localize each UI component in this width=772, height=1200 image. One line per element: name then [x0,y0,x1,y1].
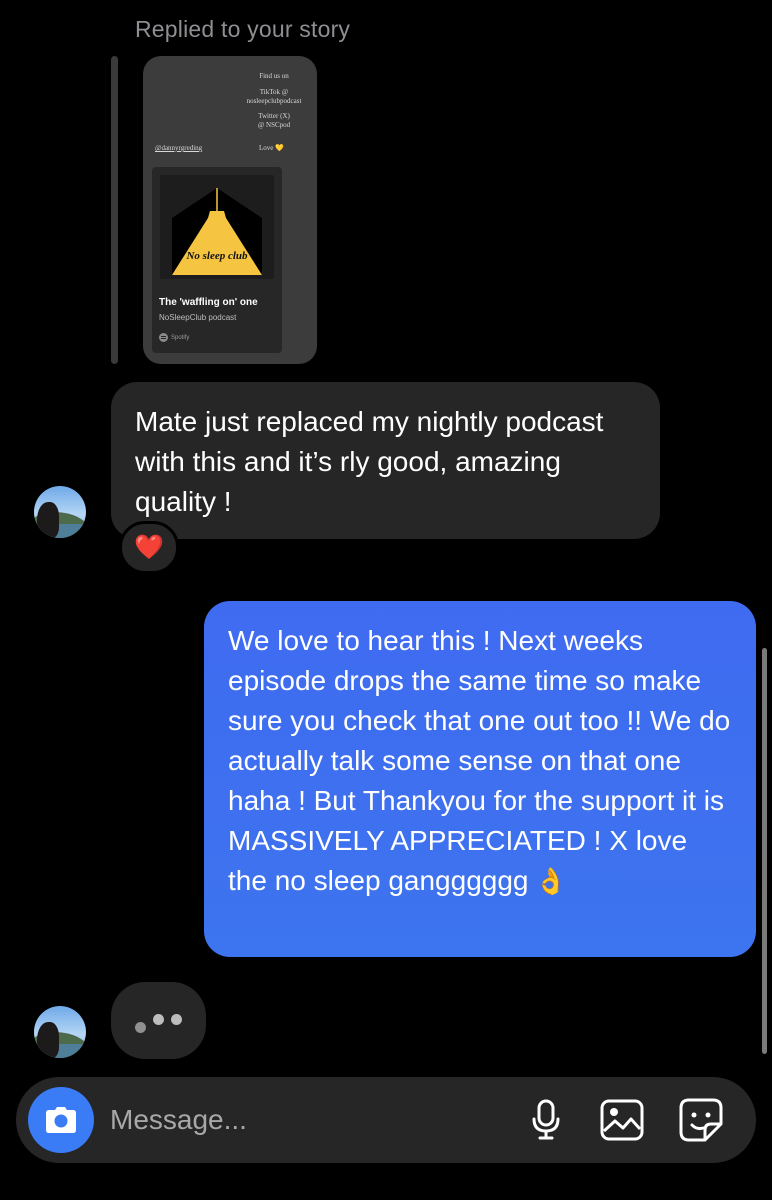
camera-icon [46,1107,76,1133]
typing-dot [135,1022,146,1033]
no-sleep-club-logo: No sleep club [172,188,262,275]
replied-to-story-label: Replied to your story [135,16,351,42]
typing-avatar[interactable] [34,1006,86,1058]
sticker-icon [679,1098,723,1142]
reply-indicator-bar [111,56,118,364]
yellow-heart-emoji: 💛 [275,144,284,152]
heart-reaction[interactable]: ❤️ [119,521,179,574]
podcast-cover: No sleep club [160,175,274,279]
spotify-episode-card: No sleep club The 'waffling on' one NoSl… [152,167,282,353]
outgoing-message-text: We love to hear this ! Next weeks episod… [228,625,731,896]
story-preview[interactable]: Find us on TikTok @ nosleepclubpodcast T… [143,56,317,364]
show-name: NoSleepClub podcast [159,313,237,322]
story-find-us: Find us on [259,72,289,80]
microphone-icon [532,1099,560,1140]
sender-avatar[interactable] [34,486,86,538]
typing-indicator [111,982,206,1059]
spotify-icon [159,333,168,342]
story-love: Love 💛 [259,144,284,152]
message-input[interactable] [110,1099,490,1141]
spotify-attribution: Spotify [159,333,189,342]
story-links-text: Find us on TikTok @ nosleepclubpodcast T… [239,72,309,130]
typing-dot [153,1014,164,1025]
outgoing-message-bubble[interactable]: We love to hear this ! Next weeks episod… [204,601,756,957]
gallery-icon [600,1099,644,1141]
scrollbar[interactable] [762,648,767,1054]
ok-hand-emoji: 👌 [534,866,567,896]
camera-button[interactable] [28,1087,94,1153]
story-tiktok-line1: TikTok @ [259,87,289,96]
sticker-button[interactable] [678,1097,724,1143]
story-twitter-line2: @ NSCpod [257,121,291,129]
story-tiktok-line2: nosleepclubpodcast [246,96,302,105]
microphone-button[interactable] [523,1097,569,1143]
message-composer [16,1077,756,1163]
typing-dot [171,1014,182,1025]
gallery-button[interactable] [599,1097,645,1143]
story-handle: @dannyrgreding [155,144,203,152]
chat-screen: Replied to your story Find us on TikTok … [0,0,772,1200]
episode-title: The 'waffling on' one [159,297,258,308]
cover-logo-text: No sleep club [185,250,248,262]
spotify-label: Spotify [171,334,190,341]
story-love-text: Love [259,144,274,152]
incoming-message-bubble[interactable]: Mate just replaced my nightly podcast wi… [111,382,660,539]
story-twitter-line1: Twitter (X) [258,112,290,121]
